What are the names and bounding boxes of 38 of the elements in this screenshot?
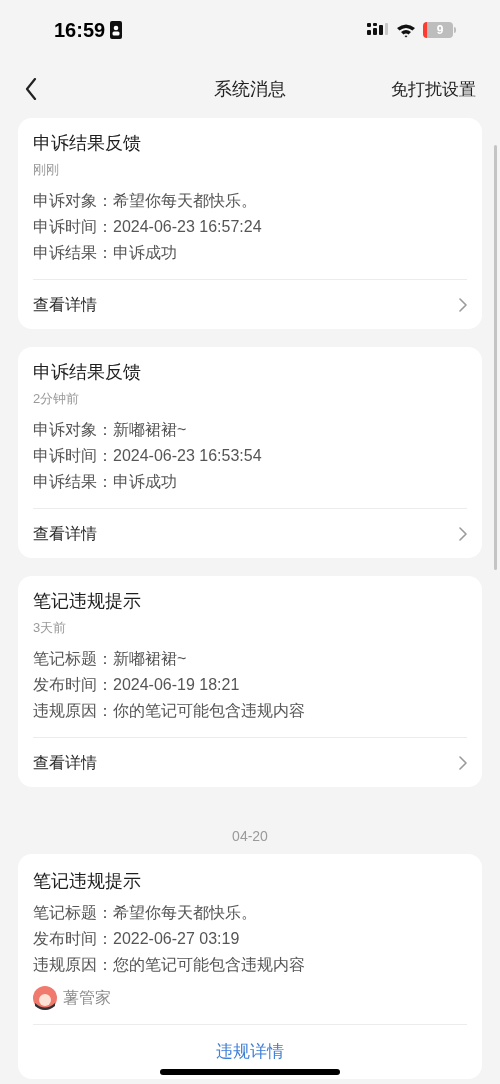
message-detail-line: 申诉结果：申诉成功 (33, 472, 178, 492)
contact-card-icon (110, 21, 123, 39)
message-detail-line: 笔记标题：新嘟裙裙~ (33, 649, 188, 669)
clock-time: 16:59 (54, 18, 106, 43)
battery-percent: 9 (436, 24, 444, 36)
message-time: 刚刚 (33, 161, 60, 179)
view-details-link[interactable]: 查看详情 (33, 738, 467, 787)
view-details-link[interactable]: 查看详情 (33, 280, 467, 329)
date-divider-label: 04-20 (232, 827, 268, 845)
message-detail-line: 发布时间：2022-06-27 03:19 (33, 929, 241, 949)
sender-name: 薯管家 (63, 988, 111, 1008)
signal-icon (367, 23, 389, 37)
message-time: 2分钟前 (33, 390, 81, 408)
message-detail-line: 违规原因：您的笔记可能包含违规内容 (33, 955, 306, 975)
message-time: 3天前 (33, 619, 68, 637)
back-icon (25, 78, 37, 100)
avatar-icon (33, 986, 57, 1010)
page-title: 系统消息 (214, 77, 286, 101)
message-detail-line: 申诉对象：希望你每天都快乐。 (33, 191, 258, 211)
message-detail-line: 申诉时间：2024-06-23 16:57:24 (33, 217, 263, 237)
message-title: 申诉结果反馈 (33, 132, 142, 155)
message-detail-line: 申诉结果：申诉成功 (33, 243, 178, 263)
chevron-right-icon (459, 526, 467, 541)
message-title: 申诉结果反馈 (33, 361, 142, 384)
message-detail-line: 申诉时间：2024-06-23 16:53:54 (33, 446, 263, 466)
scrollbar[interactable] (494, 145, 497, 570)
do-not-disturb-settings-link[interactable]: 免打扰设置 (391, 77, 476, 103)
message-detail-line: 发布时间：2024-06-19 18:21 (33, 675, 241, 695)
message-detail-line: 笔记标题：希望你每天都快乐。 (33, 903, 258, 923)
message-title: 笔记违规提示 (33, 870, 142, 893)
message-detail-line: 违规原因：你的笔记可能包含违规内容 (33, 701, 306, 721)
view-details-link[interactable]: 查看详情 (33, 509, 467, 558)
message-title: 笔记违规提示 (33, 590, 142, 613)
violation-details-link[interactable]: 违规详情 (216, 1039, 284, 1065)
chevron-right-icon (459, 297, 467, 312)
chevron-right-icon (459, 755, 467, 770)
message-detail-line: 申诉对象：新嘟裙裙~ (33, 420, 188, 440)
wifi-icon (396, 22, 416, 38)
